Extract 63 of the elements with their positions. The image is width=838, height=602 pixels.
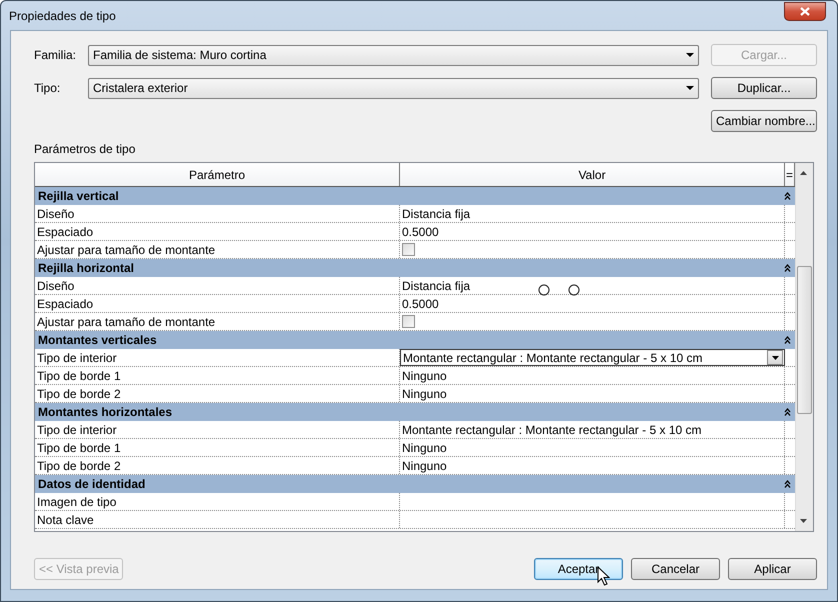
column-header[interactable]: Valor <box>400 163 785 186</box>
side-button[interactable]: Duplicar... <box>711 77 817 99</box>
circle-markers-drawing <box>538 284 580 296</box>
collapse-chevron-icon[interactable] <box>784 264 791 272</box>
parameter-name: Ajustar para tamaño de montante <box>35 313 400 330</box>
parameter-name: Ajustar para tamaño de montante <box>35 241 400 258</box>
group-header[interactable]: Rejilla horizontal <box>35 259 795 277</box>
parameter-name: Tipo de borde 1 <box>35 367 400 384</box>
parameter-value: Distancia fija <box>400 205 785 222</box>
group-title: Rejilla horizontal <box>38 261 134 275</box>
group-title: Montantes verticales <box>38 333 157 347</box>
parameter-name: Tipo de borde 1 <box>35 439 400 456</box>
group-header[interactable]: Montantes horizontales <box>35 403 795 421</box>
parameter-name: Imagen de tipo <box>35 493 400 510</box>
dialog-button[interactable]: Cancelar <box>631 558 720 580</box>
parameter-name: Diseño <box>35 277 400 294</box>
dropdown-arrow-icon <box>772 356 778 360</box>
group-title: Montantes horizontales <box>38 405 172 419</box>
parameter-name: Tipo de borde 2 <box>35 457 400 474</box>
parameter-value: Ninguno <box>400 457 785 474</box>
checkbox[interactable] <box>402 243 415 256</box>
parameter-value: 0.5000 <box>400 223 785 240</box>
scrollbar[interactable] <box>795 163 813 531</box>
value-dropdown[interactable]: Montante rectangular : Montante rectangular - 5 x 10 cm <box>400 349 785 366</box>
dropdown-arrow-icon <box>686 53 694 57</box>
mouse-cursor-icon <box>597 566 610 586</box>
group-header[interactable]: Rejilla vertical <box>35 187 795 205</box>
close-icon <box>800 7 810 16</box>
parameter-name: Diseño <box>35 205 400 222</box>
field-label: Tipo: <box>34 81 62 95</box>
parameter-value: 0.5000 <box>400 295 785 312</box>
scroll-down-icon[interactable] <box>800 519 807 523</box>
dropdown-arrow-icon <box>686 86 694 90</box>
parameter-name: Nota clave <box>35 511 400 528</box>
scroll-up-icon[interactable] <box>800 171 807 175</box>
group-title: Rejilla vertical <box>38 189 119 203</box>
dropdown-field[interactable]: Cristalera exterior <box>88 78 699 98</box>
close-button[interactable] <box>784 2 826 21</box>
column-header[interactable]: Parámetro <box>35 163 400 186</box>
side-button[interactable]: Cambiar nombre... <box>711 110 817 132</box>
window-title: Propiedades de tipo <box>9 8 116 22</box>
collapse-chevron-icon[interactable] <box>784 192 791 200</box>
group-header[interactable]: Datos de identidad <box>35 475 795 493</box>
field-label: Familia: <box>34 48 76 62</box>
collapse-chevron-icon[interactable] <box>784 480 791 488</box>
group-header[interactable]: Montantes verticales <box>35 331 795 349</box>
group-title: Datos de identidad <box>38 477 146 491</box>
parameter-name: Tipo de borde 2 <box>35 385 400 402</box>
parameter-name: Tipo de interior <box>35 349 400 366</box>
dropdown-field[interactable]: Familia de sistema: Muro cortina <box>88 44 699 66</box>
checkbox[interactable] <box>402 315 415 328</box>
parameter-value: Ninguno <box>400 385 785 402</box>
parameter-name: Espaciado <box>35 223 400 240</box>
parameter-name: Espaciado <box>35 295 400 312</box>
parameter-value: Ninguno <box>400 439 785 456</box>
parameter-value: Montante rectangular : Montante rectangular - 5 x 10 cm <box>400 421 785 438</box>
collapse-chevron-icon[interactable] <box>784 336 791 344</box>
parameter-value: Distancia fija <box>400 277 785 294</box>
collapse-chevron-icon[interactable] <box>784 408 791 416</box>
dialog-button[interactable]: Aplicar <box>728 558 817 580</box>
section-label: Parámetros de tipo <box>34 142 136 156</box>
parameter-value: Ninguno <box>400 367 785 384</box>
parameter-name: Tipo de interior <box>35 421 400 438</box>
